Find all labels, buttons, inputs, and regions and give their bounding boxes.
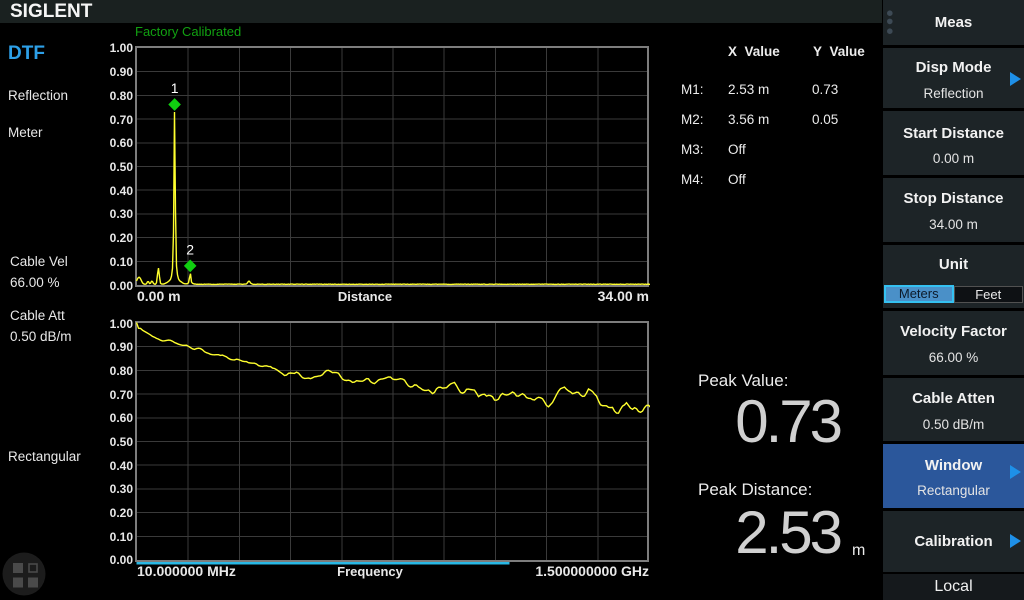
svg-text:1: 1 <box>171 80 179 96</box>
svg-text:2: 2 <box>186 242 194 258</box>
